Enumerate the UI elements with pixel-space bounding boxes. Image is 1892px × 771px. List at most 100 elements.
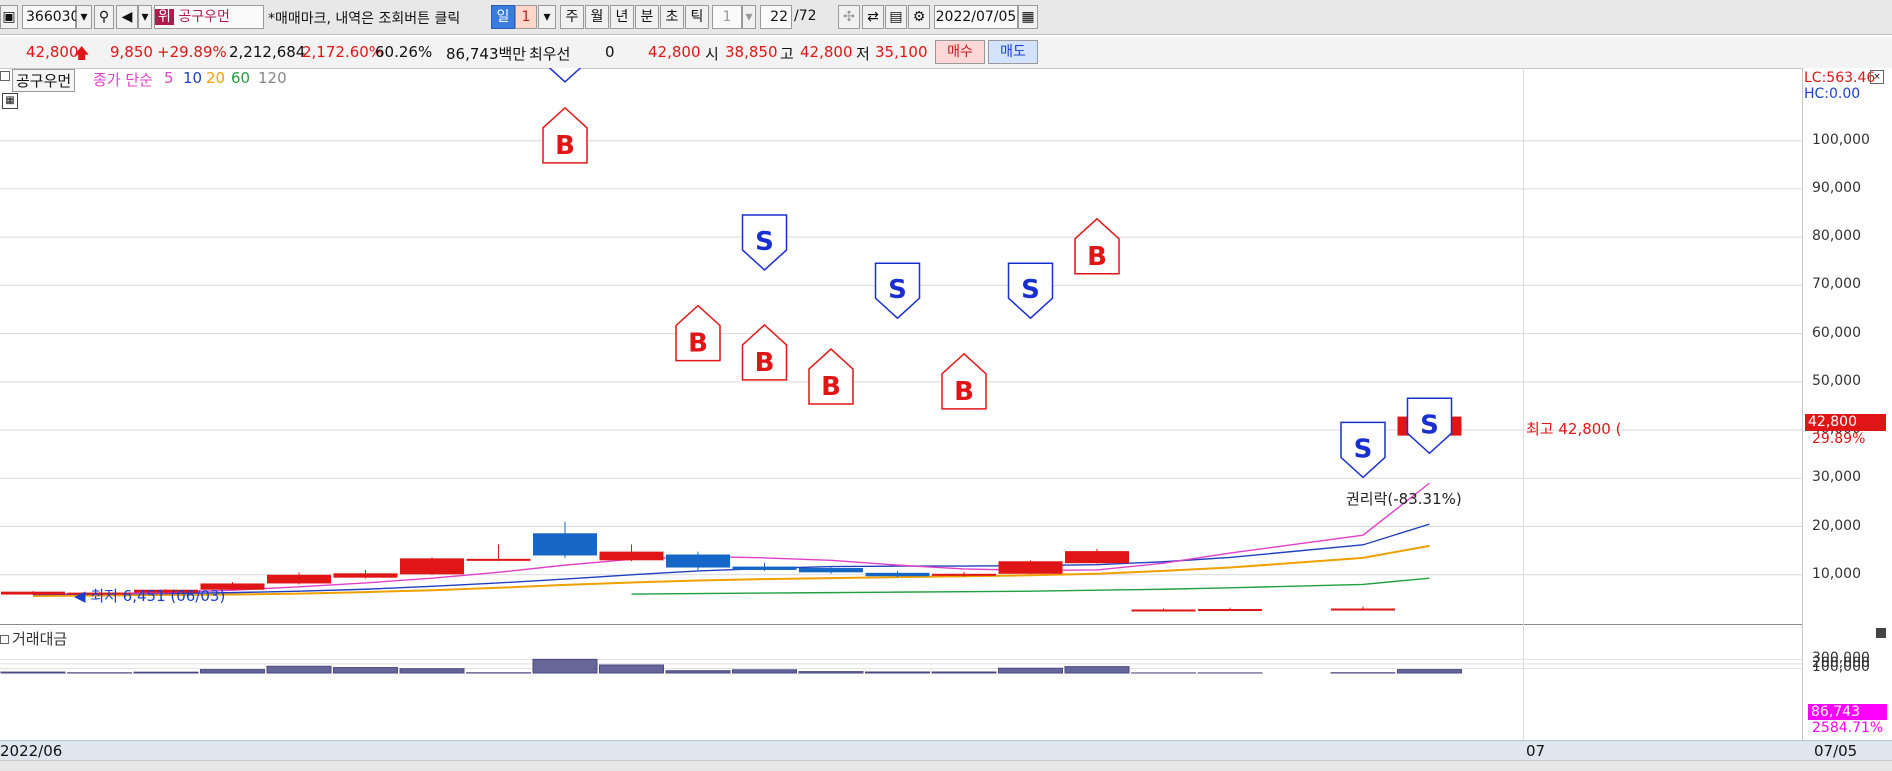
- sound-icon[interactable]: ◀: [116, 5, 138, 29]
- gear-icon[interactable]: ⚙: [908, 5, 930, 29]
- change-percent: +29.89%: [157, 43, 227, 61]
- period-week-button[interactable]: 주: [560, 5, 584, 29]
- layout-icon[interactable]: ▣: [0, 5, 18, 29]
- volume-bar: [533, 659, 597, 673]
- quote-bar: 42,800 🡅 9,850 +29.89% 2,212,684 2,172.6…: [0, 37, 1892, 69]
- volume-pct-tag: 2584.71%: [1812, 720, 1883, 736]
- y-tick-label: 50,000: [1812, 373, 1861, 389]
- stock-name-box[interactable]: 위 공구우먼: [154, 5, 264, 29]
- collapse-icon[interactable]: [0, 635, 9, 644]
- period-month-button[interactable]: 월: [585, 5, 609, 29]
- trade-amount: 86,743백만: [446, 43, 526, 64]
- low-annotation-text: 최저 6,451 (06/03): [90, 587, 225, 605]
- compare-icon[interactable]: ⇄: [862, 5, 884, 29]
- tick-count-input[interactable]: 1: [712, 5, 742, 29]
- panel-divider: [0, 624, 1892, 625]
- plus-icon[interactable]: ✣: [838, 5, 860, 29]
- low-price: 35,100: [875, 43, 928, 61]
- high-annotation: 최고 42,800 (: [1526, 418, 1621, 439]
- best-value: 0: [605, 43, 615, 61]
- candle-up: [1065, 551, 1129, 563]
- sell-mark: [543, 68, 587, 82]
- candle-down: [666, 555, 730, 568]
- volume-bar: [1398, 670, 1462, 673]
- y-tick-label: 100,000: [1812, 132, 1870, 148]
- sell-button[interactable]: 매도: [988, 40, 1038, 64]
- volume-bar: [866, 672, 930, 673]
- buy-button[interactable]: 매수: [935, 40, 985, 64]
- ma60-line: [632, 578, 1430, 594]
- volume-bar: [400, 669, 464, 673]
- sell-mark-label: S: [556, 68, 575, 69]
- volume-bar: [932, 672, 996, 673]
- calendar-icon[interactable]: ▦: [1018, 5, 1038, 29]
- period-count-button[interactable]: 1: [515, 5, 537, 29]
- volume-bar: [1, 672, 65, 673]
- save-icon[interactable]: ▤: [885, 5, 907, 29]
- y-tick-label: 90,000: [1812, 180, 1861, 196]
- period-year-button[interactable]: 년: [610, 5, 634, 29]
- volume-panel-title: 거래대금: [0, 628, 67, 649]
- y-tick-label: 10,000: [1812, 566, 1861, 582]
- buy-mark-label: B: [688, 329, 708, 359]
- volume-bar: [1065, 667, 1129, 673]
- buy-mark-label: B: [821, 372, 841, 402]
- volume-value: 2,212,684: [229, 43, 305, 61]
- volume-bar: [733, 670, 797, 673]
- period-tick-button[interactable]: 틱: [685, 5, 709, 29]
- ma5-line: [33, 483, 1430, 594]
- panel-close-icon[interactable]: [1876, 628, 1886, 638]
- warning-badge: 위: [155, 9, 174, 25]
- buy-mark-label: B: [555, 131, 575, 161]
- date-start: 2022/06: [0, 742, 62, 760]
- volume-bar: [134, 672, 198, 673]
- period-day-button[interactable]: 일: [491, 5, 515, 29]
- candle-down: [866, 573, 930, 576]
- page-input[interactable]: 22: [760, 5, 792, 29]
- close-icon[interactable]: ×: [1870, 70, 1884, 84]
- toolbar: ▣ 366030 ▾ ⚲ ◀ ▾ 위 공구우먼 *매매마크, 내역은 조회버튼 …: [0, 0, 1892, 35]
- chevron-down-icon[interactable]: ▾: [76, 5, 92, 29]
- y-tick-label: 30,000: [1812, 469, 1861, 485]
- volume-bar: [201, 670, 265, 673]
- volume-tag: 86,743: [1808, 704, 1887, 720]
- candle-up: [1, 592, 65, 595]
- candle-up: [932, 574, 996, 576]
- candle-down: [733, 567, 797, 570]
- price-pct-tag: 29.89%: [1812, 431, 1865, 447]
- search-icon[interactable]: ⚲: [94, 5, 114, 29]
- chevron-down-icon[interactable]: ▾: [138, 5, 152, 29]
- high-price: 42,800: [800, 43, 853, 61]
- volume-bar: [334, 668, 398, 673]
- buy-mark-label: B: [954, 377, 974, 407]
- open-label: 시: [705, 43, 719, 64]
- sell-mark-label: S: [755, 227, 774, 257]
- up-arrow-icon: 🡅: [74, 43, 89, 68]
- candle-down: [533, 533, 597, 555]
- price-tag: 42,800: [1805, 414, 1886, 431]
- candle-up: [400, 558, 464, 574]
- y-tick-label: 60,000: [1812, 325, 1861, 341]
- candle-up: [999, 561, 1063, 574]
- y-tick-label: 80,000: [1812, 228, 1861, 244]
- horizontal-scrollbar[interactable]: [0, 760, 1892, 771]
- volume-bar: [999, 668, 1063, 673]
- candle-down: [799, 568, 863, 572]
- volume-ratio: 2,172.60%: [302, 43, 383, 61]
- date-input[interactable]: 2022/07/05: [934, 5, 1018, 29]
- stock-code-input[interactable]: 366030: [22, 5, 76, 29]
- chevron-down-icon[interactable]: ▾: [742, 5, 756, 29]
- hc-label: HC:0.00: [1804, 86, 1860, 102]
- chevron-down-icon[interactable]: ▾: [538, 5, 556, 29]
- buy-mark-label: B: [755, 348, 775, 378]
- volume-bar: [600, 665, 664, 673]
- candle-up: [1132, 609, 1196, 611]
- volume-tick-label: 100,000: [1812, 659, 1870, 675]
- candle-up: [334, 573, 398, 577]
- period-minute-button[interactable]: 분: [635, 5, 659, 29]
- period-second-button[interactable]: 초: [660, 5, 684, 29]
- sell-mark-label: S: [1021, 275, 1040, 305]
- price-chart: SBBSBBSBSBSS: [0, 68, 1802, 740]
- candle-up: [267, 575, 331, 584]
- best-label: 최우선: [529, 43, 570, 64]
